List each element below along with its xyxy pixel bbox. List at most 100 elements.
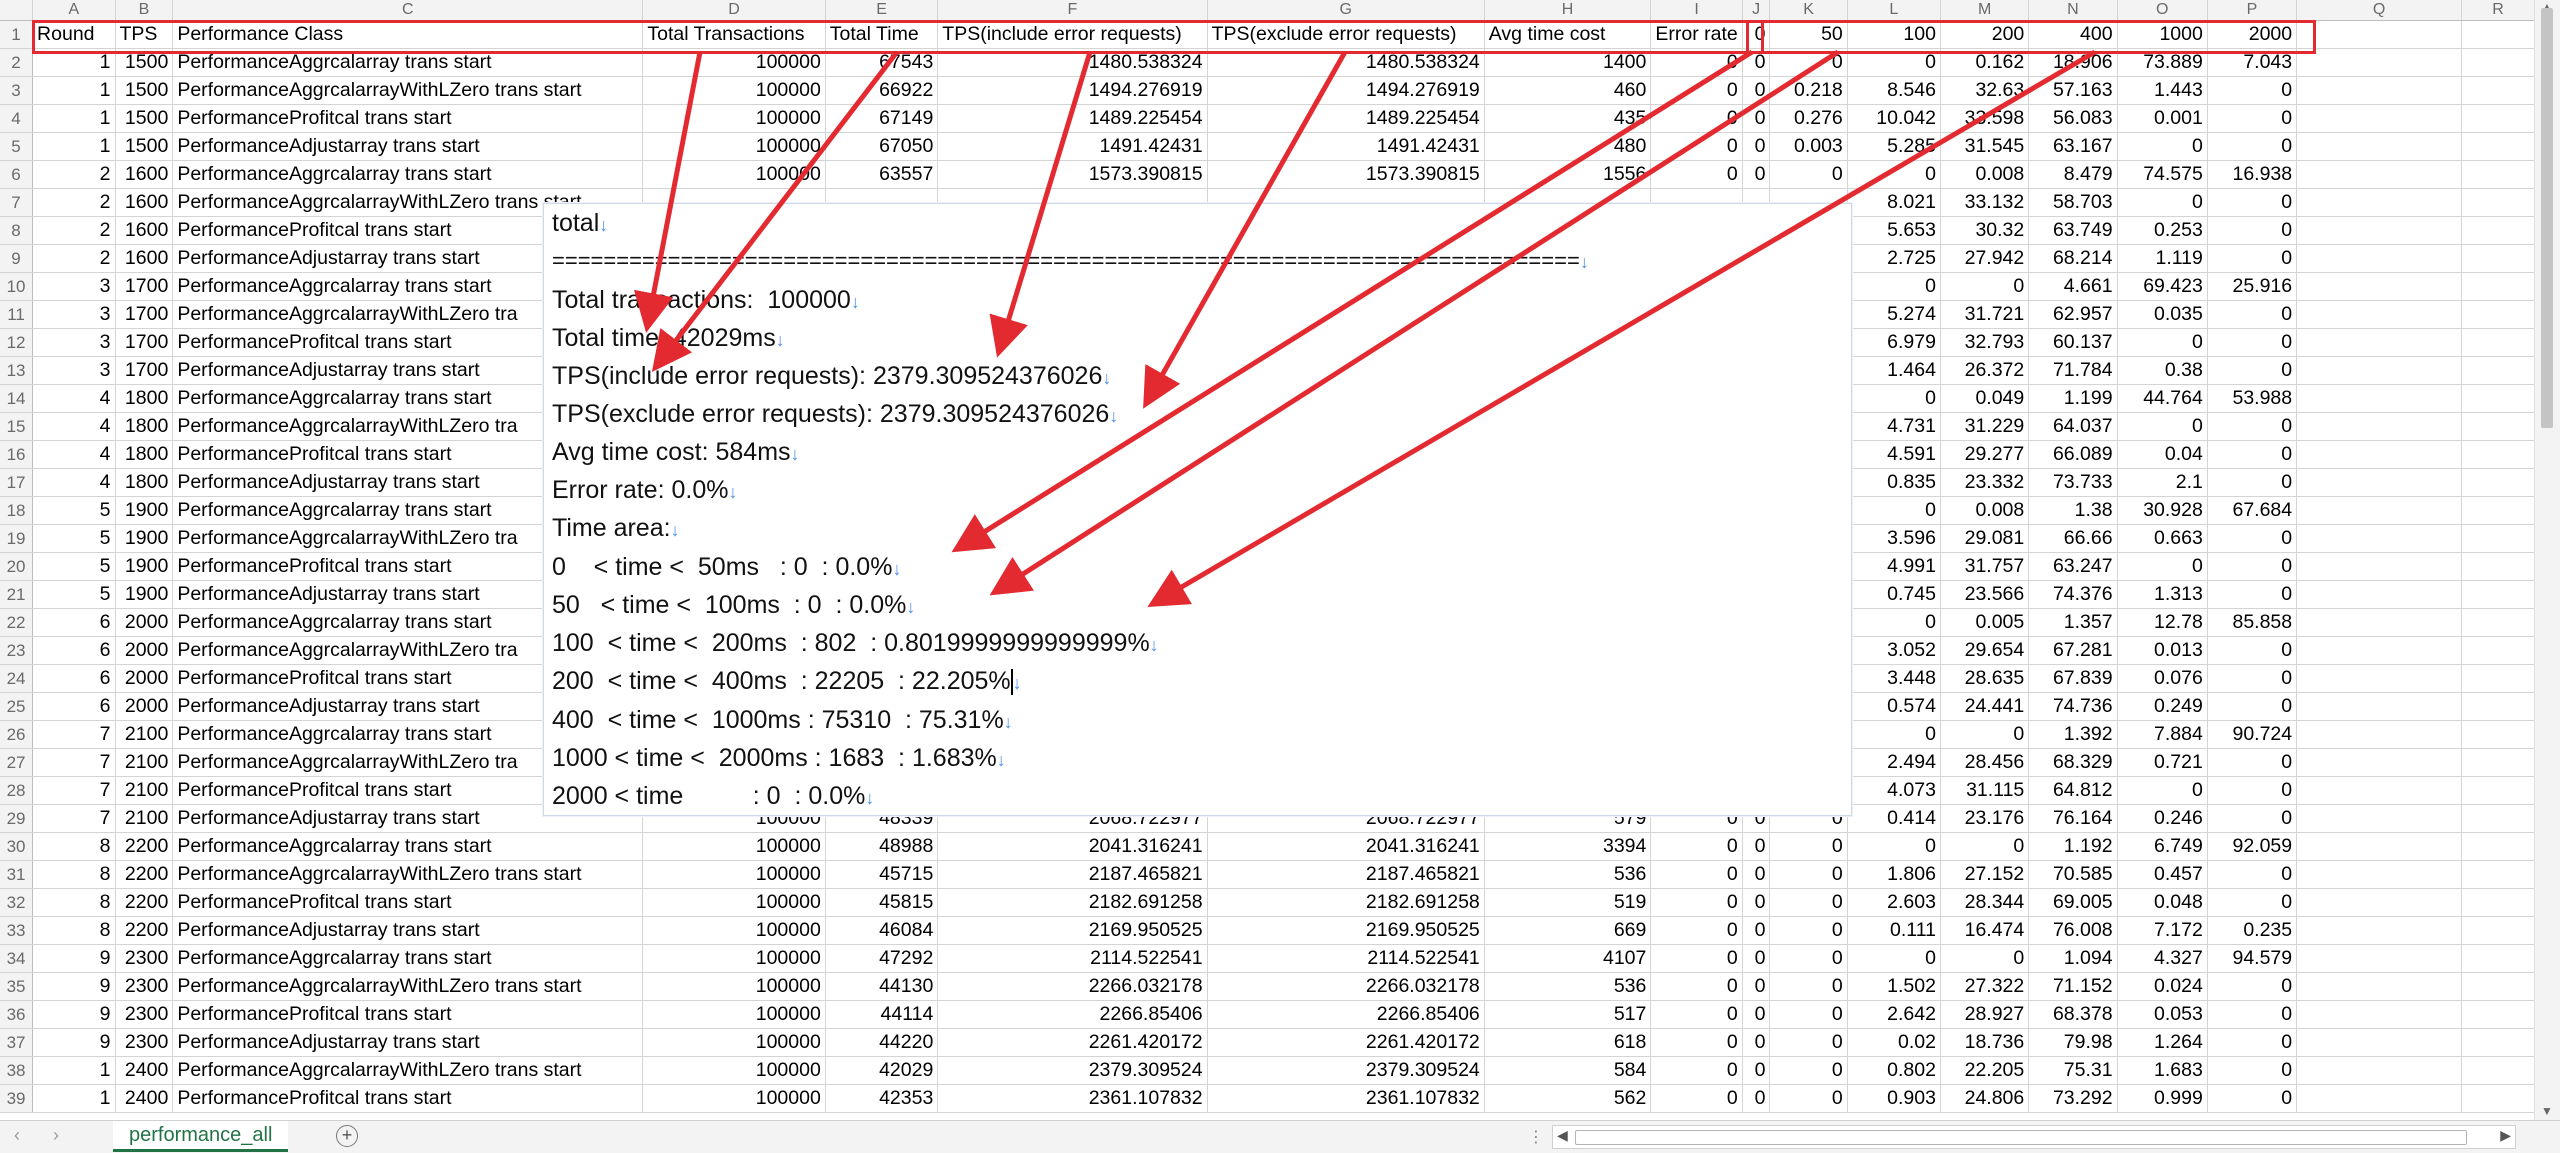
column-header-K[interactable]: K: [1769, 0, 1848, 21]
data-cell[interactable]: 94.579: [2207, 944, 2298, 973]
data-cell[interactable]: 1.443: [2117, 76, 2208, 105]
data-cell[interactable]: 1500: [115, 132, 174, 161]
empty-cell[interactable]: [2296, 412, 2462, 441]
data-cell[interactable]: PerformanceAggrcalarrayWithLZero trans s…: [172, 972, 644, 1001]
data-cell[interactable]: 0: [1847, 608, 1941, 637]
data-cell[interactable]: 44220: [825, 1028, 939, 1057]
empty-cell[interactable]: [2296, 664, 2462, 693]
empty-cell[interactable]: [2461, 1000, 2535, 1029]
data-cell[interactable]: 2187.465821: [937, 860, 1208, 889]
data-cell[interactable]: 63.247: [2028, 552, 2118, 581]
empty-cell[interactable]: [2296, 580, 2462, 609]
data-cell[interactable]: 63557: [825, 160, 939, 189]
data-cell[interactable]: PerformanceAggrcalarrayWithLZero trans s…: [172, 860, 644, 889]
data-cell[interactable]: 1: [32, 1056, 116, 1085]
data-cell[interactable]: 2169.950525: [937, 916, 1208, 945]
empty-cell[interactable]: [2296, 104, 2462, 133]
select-all-corner[interactable]: [0, 0, 34, 21]
data-cell[interactable]: 0: [1769, 1000, 1848, 1029]
data-cell[interactable]: 2266.032178: [1207, 972, 1485, 1001]
empty-cell[interactable]: [2461, 356, 2535, 385]
data-cell[interactable]: 5: [32, 524, 116, 553]
split-handle-icon[interactable]: ⋮: [1528, 1127, 1544, 1147]
data-cell[interactable]: 7: [32, 776, 116, 805]
empty-cell[interactable]: [2296, 608, 2462, 637]
data-cell[interactable]: 2114.522541: [1207, 944, 1485, 973]
empty-cell[interactable]: [2461, 216, 2535, 245]
empty-cell[interactable]: [2296, 356, 2462, 385]
data-cell[interactable]: 66.089: [2028, 440, 2118, 469]
row-header[interactable]: 4: [0, 104, 34, 133]
row-header[interactable]: 31: [0, 860, 34, 889]
data-cell[interactable]: 1491.42431: [1207, 132, 1485, 161]
data-cell[interactable]: 0: [1847, 384, 1941, 413]
data-cell[interactable]: 16.938: [2207, 160, 2298, 189]
row-header[interactable]: 19: [0, 524, 34, 553]
row-header[interactable]: 18: [0, 496, 34, 525]
data-cell[interactable]: 0: [1742, 132, 1771, 161]
row-header[interactable]: 21: [0, 580, 34, 609]
data-cell[interactable]: 28.344: [1940, 888, 2030, 917]
data-cell[interactable]: 0: [2207, 1084, 2298, 1113]
data-cell[interactable]: 5.285: [1847, 132, 1941, 161]
data-cell[interactable]: 0.745: [1847, 580, 1941, 609]
data-cell[interactable]: 0: [2117, 412, 2208, 441]
data-cell[interactable]: 480: [1484, 132, 1652, 161]
data-cell[interactable]: 8: [32, 832, 116, 861]
data-cell[interactable]: 0: [2207, 1000, 2298, 1029]
data-cell[interactable]: 3: [32, 356, 116, 385]
data-cell[interactable]: 3394: [1484, 832, 1652, 861]
data-cell[interactable]: 2114.522541: [937, 944, 1208, 973]
data-cell[interactable]: 31.757: [1940, 552, 2030, 581]
data-cell[interactable]: 0: [2207, 860, 2298, 889]
data-cell[interactable]: 2200: [115, 832, 174, 861]
data-cell[interactable]: 3: [32, 300, 116, 329]
column-header-E[interactable]: E: [825, 0, 939, 21]
data-cell[interactable]: 0.024: [2117, 972, 2208, 1001]
horizontal-scrollbar[interactable]: ◀ ▶: [1552, 1125, 2516, 1149]
data-cell[interactable]: 0: [1940, 720, 2030, 749]
empty-cell[interactable]: [2296, 636, 2462, 665]
data-cell[interactable]: 2300: [115, 1000, 174, 1029]
data-cell[interactable]: 9: [32, 1028, 116, 1057]
data-cell[interactable]: 44.764: [2117, 384, 2208, 413]
data-cell[interactable]: 48988: [825, 832, 939, 861]
data-cell[interactable]: 4.591: [1847, 440, 1941, 469]
data-cell[interactable]: 27.152: [1940, 860, 2030, 889]
empty-cell[interactable]: [2461, 160, 2535, 189]
data-cell[interactable]: 44114: [825, 1000, 939, 1029]
data-cell[interactable]: 76.164: [2028, 804, 2118, 833]
data-cell[interactable]: 100000: [642, 832, 826, 861]
empty-cell[interactable]: [2296, 776, 2462, 805]
data-cell[interactable]: 2.603: [1847, 888, 1941, 917]
row-header[interactable]: 29: [0, 804, 34, 833]
row-header[interactable]: 25: [0, 692, 34, 721]
data-cell[interactable]: 25.916: [2207, 272, 2298, 301]
empty-cell[interactable]: [2461, 636, 2535, 665]
data-cell[interactable]: 0.008: [1940, 496, 2030, 525]
data-cell[interactable]: 29.277: [1940, 440, 2030, 469]
data-cell[interactable]: 67.839: [2028, 664, 2118, 693]
data-cell[interactable]: 0: [1650, 972, 1743, 1001]
data-cell[interactable]: 6: [32, 664, 116, 693]
data-cell[interactable]: 27.942: [1940, 244, 2030, 273]
data-cell[interactable]: 30.32: [1940, 216, 2030, 245]
data-cell[interactable]: PerformanceProfitcal trans start: [172, 888, 644, 917]
data-cell[interactable]: 58.703: [2028, 188, 2118, 217]
data-cell[interactable]: 28.456: [1940, 748, 2030, 777]
data-cell[interactable]: 0.048: [2117, 888, 2208, 917]
row-header[interactable]: 11: [0, 300, 34, 329]
data-cell[interactable]: 0: [2207, 76, 2298, 105]
data-cell[interactable]: 1573.390815: [1207, 160, 1485, 189]
data-cell[interactable]: 3: [32, 328, 116, 357]
row-header[interactable]: 30: [0, 832, 34, 861]
column-header-G[interactable]: G: [1207, 0, 1485, 21]
data-cell[interactable]: 0.005: [1940, 608, 2030, 637]
data-cell[interactable]: 60.137: [2028, 328, 2118, 357]
data-cell[interactable]: 9: [32, 972, 116, 1001]
empty-cell[interactable]: [2461, 804, 2535, 833]
row-header[interactable]: 1: [0, 20, 34, 49]
data-cell[interactable]: 1.192: [2028, 832, 2118, 861]
data-cell[interactable]: 1.119: [2117, 244, 2208, 273]
empty-cell[interactable]: [2461, 412, 2535, 441]
